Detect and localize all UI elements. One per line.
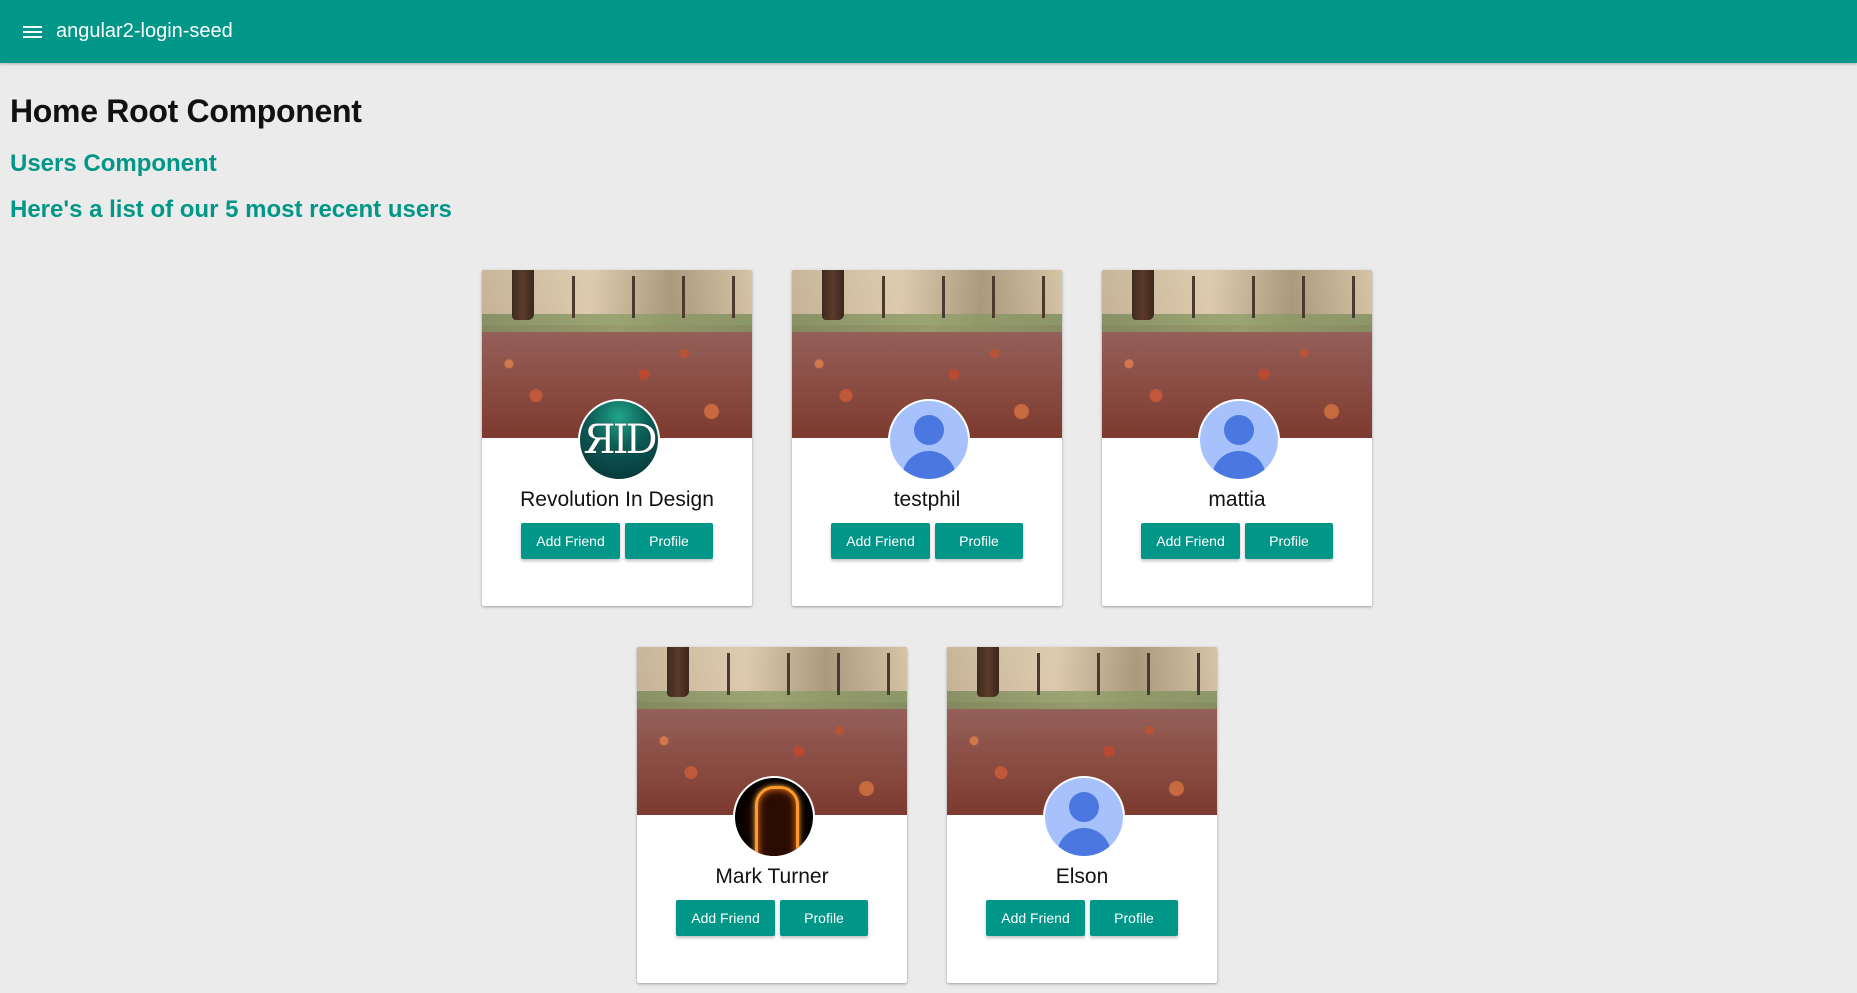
default-person-icon[interactable] (1043, 776, 1125, 858)
page-title: Home Root Component (10, 93, 362, 129)
app-toolbar: angular2-login-seed (0, 0, 1857, 63)
add-friend-button[interactable]: Add Friend (521, 523, 620, 559)
add-friend-button[interactable]: Add Friend (831, 523, 930, 559)
avatar[interactable]: ЯID (578, 399, 660, 481)
add-friend-button[interactable]: Add Friend (1141, 523, 1240, 559)
list-title: Here's a list of our 5 most recent users (10, 196, 452, 223)
user-card: Mark Turner Add Friend Profile (637, 647, 907, 983)
user-card: mattia Add Friend Profile (1102, 270, 1372, 606)
user-card: Elson Add Friend Profile (947, 647, 1217, 983)
profile-button[interactable]: Profile (625, 523, 713, 559)
user-card: testphil Add Friend Profile (792, 270, 1062, 606)
default-person-icon[interactable] (888, 399, 970, 481)
fire-figure-photo (755, 786, 799, 856)
rid-logo: ЯID (583, 417, 657, 463)
profile-button[interactable]: Profile (1245, 523, 1333, 559)
user-name: Revolution In Design (520, 488, 714, 511)
user-name: mattia (1208, 488, 1266, 511)
profile-button[interactable]: Profile (1090, 900, 1178, 936)
user-card: ЯID Revolution In Design Add Friend Prof… (482, 270, 752, 606)
section-title: Users Component (10, 150, 217, 177)
menu-icon[interactable] (23, 20, 47, 44)
profile-button[interactable]: Profile (935, 523, 1023, 559)
add-friend-button[interactable]: Add Friend (986, 900, 1085, 936)
user-name: Elson (1055, 865, 1109, 888)
avatar[interactable] (733, 776, 815, 858)
default-person-icon[interactable] (1198, 399, 1280, 481)
main-content: Home Root Component Users Component Here… (10, 63, 1847, 224)
user-name: Mark Turner (715, 865, 829, 888)
profile-button[interactable]: Profile (780, 900, 868, 936)
app-title: angular2-login-seed (56, 20, 233, 42)
add-friend-button[interactable]: Add Friend (676, 900, 775, 936)
user-name: testphil (893, 488, 961, 511)
